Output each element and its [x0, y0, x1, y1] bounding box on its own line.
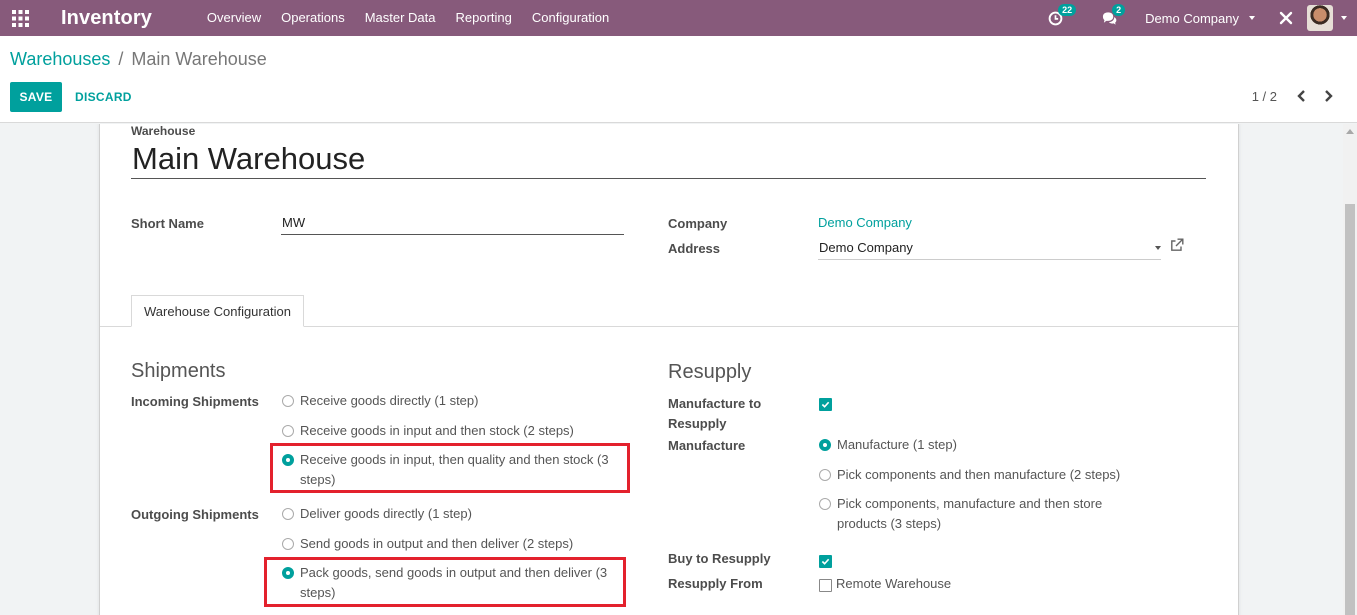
remote-warehouse-label: Remote Warehouse: [836, 576, 952, 591]
chevron-left-icon: [1297, 90, 1305, 102]
company-label: Company: [668, 216, 728, 231]
top-navbar: Inventory Overview Operations Master Dat…: [0, 0, 1357, 36]
user-avatar: [1307, 5, 1333, 31]
apps-grid-icon[interactable]: [2, 0, 38, 36]
breadcrumb: Warehouses / Main Warehouse: [10, 49, 267, 70]
incoming-option-1-step[interactable]: Receive goods directly (1 step): [282, 391, 478, 411]
menu-overview[interactable]: Overview: [197, 0, 271, 36]
control-panel: Warehouses / Main Warehouse SAVE DISCARD…: [0, 36, 1357, 123]
user-menu[interactable]: [1307, 5, 1347, 31]
activity-badge: 22: [1058, 4, 1077, 16]
close-cross-icon: [1279, 11, 1293, 25]
form-view: Warehouse Main Warehouse Short Name MW C…: [0, 124, 1343, 615]
address-select[interactable]: Demo Company: [818, 240, 1161, 260]
manufacture-label: Manufacture: [668, 438, 746, 453]
radio-label: Deliver goods directly (1 step): [300, 506, 472, 521]
activity-button[interactable]: 22: [1039, 0, 1077, 36]
manufacture-option-2-steps[interactable]: Pick components and then manufacture (2 …: [819, 465, 1120, 485]
company-switcher[interactable]: Demo Company: [1145, 11, 1255, 26]
manufacture-option-3-steps[interactable]: Pick components, manufacture and then st…: [819, 494, 1102, 534]
warehouse-label: Warehouse: [131, 124, 196, 138]
resupply-title: Resupply: [668, 361, 752, 383]
radio-button[interactable]: [282, 538, 294, 550]
messages-badge: 2: [1112, 4, 1126, 16]
short-name-label: Short Name: [131, 216, 204, 231]
radio-label: Receive goods directly (1 step): [300, 393, 479, 408]
main-menu: Overview Operations Master Data Reportin…: [197, 0, 619, 36]
outgoing-option-1-step[interactable]: Deliver goods directly (1 step): [282, 504, 472, 524]
discard-button[interactable]: DISCARD: [68, 82, 139, 112]
resupply-from-label: Resupply From: [668, 576, 763, 591]
highlight-box-incoming: [270, 443, 630, 493]
breadcrumb-separator: /: [118, 49, 124, 69]
incoming-option-2-steps[interactable]: Receive goods in input and then stock (2…: [282, 421, 574, 441]
messages-button[interactable]: 2: [1093, 0, 1126, 36]
buy-to-resupply-checkbox[interactable]: [819, 555, 832, 568]
address-label: Address: [668, 241, 721, 256]
radio-label: Receive goods in input and then stock (2…: [300, 423, 574, 438]
navbar-systray: 22 2 Demo Company: [1039, 0, 1357, 36]
menu-operations[interactable]: Operations: [271, 0, 355, 36]
radio-button[interactable]: [819, 498, 831, 510]
manufacture-option-1-step[interactable]: Manufacture (1 step): [819, 435, 957, 455]
breadcrumb-warehouses[interactable]: Warehouses: [10, 49, 110, 70]
warehouse-name-input[interactable]: Main Warehouse: [131, 142, 1206, 179]
form-sheet: Warehouse Main Warehouse Short Name MW C…: [99, 124, 1239, 615]
menu-reporting[interactable]: Reporting: [446, 0, 522, 36]
checkmark-icon: [821, 558, 830, 565]
save-button[interactable]: SAVE: [10, 82, 62, 112]
remote-warehouse-checkbox[interactable]: [819, 579, 832, 592]
vertical-scrollbar[interactable]: [1343, 124, 1357, 615]
menu-configuration[interactable]: Configuration: [522, 0, 619, 36]
outgoing-option-2-steps[interactable]: Send goods in output and then deliver (2…: [282, 534, 573, 554]
radio-button[interactable]: [819, 469, 831, 481]
menu-master-data[interactable]: Master Data: [355, 0, 446, 36]
external-link-icon[interactable]: [1170, 238, 1184, 252]
breadcrumb-current: Main Warehouse: [131, 49, 267, 69]
radio-label: Send goods in output and then deliver (2…: [300, 536, 574, 551]
checkmark-icon: [821, 401, 830, 408]
company-link[interactable]: Demo Company: [818, 215, 912, 230]
outgoing-shipments-label: Outgoing Shipments: [131, 507, 259, 522]
incoming-shipments-label: Incoming Shipments: [131, 394, 259, 409]
radio-label: Manufacture (1 step): [837, 437, 957, 452]
pager-value[interactable]: 1 / 2: [1252, 89, 1277, 104]
short-name-input[interactable]: MW: [281, 215, 624, 235]
company-switcher-label: Demo Company: [1145, 10, 1239, 26]
tab-warehouse-configuration[interactable]: Warehouse Configuration: [131, 295, 304, 327]
caret-down-icon[interactable]: [1155, 246, 1161, 250]
manufacture-to-resupply-label: Manufacture to Resupply: [668, 396, 762, 431]
radio-button[interactable]: [282, 395, 294, 407]
radio-button[interactable]: [282, 508, 294, 520]
scrollbar-thumb[interactable]: [1345, 204, 1355, 615]
pager: 1 / 2: [1252, 87, 1337, 105]
radio-button[interactable]: [282, 425, 294, 437]
buy-to-resupply-label: Buy to Resupply: [668, 551, 771, 566]
radio-label: Pick components and then manufacture (2 …: [837, 467, 1121, 482]
chevron-right-icon: [1325, 90, 1333, 102]
pager-next-button[interactable]: [1320, 87, 1337, 105]
debug-tools-button[interactable]: [1271, 0, 1301, 36]
scroll-up-arrow-icon[interactable]: [1346, 129, 1354, 134]
shipments-title: Shipments: [131, 360, 226, 382]
manufacture-to-resupply-checkbox[interactable]: [819, 398, 832, 411]
pager-previous-button[interactable]: [1293, 87, 1310, 105]
app-title[interactable]: Inventory: [61, 7, 152, 30]
caret-down-icon: [1341, 16, 1347, 20]
radio-button-selected[interactable]: [819, 439, 831, 451]
caret-down-icon: [1249, 16, 1255, 20]
radio-label: Pick components, manufacture and then st…: [837, 496, 1103, 531]
highlight-box-outgoing: [264, 557, 626, 607]
